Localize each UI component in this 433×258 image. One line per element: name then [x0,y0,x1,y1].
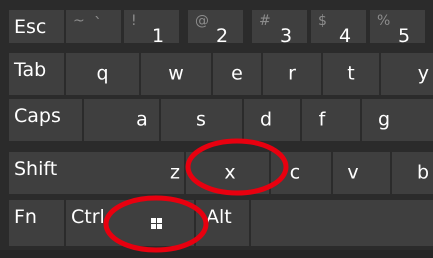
key-symbol: $ [318,13,327,29]
key-e[interactable]: e [213,53,261,95]
key-label: e [231,62,243,85]
key-label: t [347,62,355,85]
key-label-z: z [170,161,180,184]
key-r[interactable]: r [263,53,321,95]
key-1[interactable]: ! 1 [124,10,179,43]
key-w[interactable]: w [141,53,211,95]
key-4[interactable]: $ 4 [311,10,366,43]
key-caps[interactable]: Caps [9,99,82,141]
key-symbol: ~ [73,13,85,29]
key-label: d [259,108,273,131]
key-label: 2 [216,25,229,44]
key-label: r [288,62,296,85]
key-label: c [289,161,301,184]
keyboard-bottom-edge [0,250,433,258]
key-symbol: % [377,13,391,29]
key-fn[interactable]: Fn [9,200,64,246]
key-label: Ctrl [71,206,105,228]
key-s[interactable]: s [161,99,242,141]
key-symbol: @ [195,13,209,29]
key-f[interactable]: f [302,99,360,141]
windows-logo-icon [151,218,162,229]
key-alt[interactable]: Alt [196,200,249,246]
key-label: Esc [14,16,47,38]
key-label: Tab [14,59,47,81]
key-label: f [318,108,326,131]
key-2[interactable]: @ 2 [188,10,243,43]
key-label: w [168,62,184,85]
key-label: v [347,161,359,184]
on-screen-keyboard: Esc ~ ` ! 1 @ 2 # 3 $ 4 % 5 Tab q w e r … [0,0,433,258]
key-label: y [417,62,429,85]
key-x[interactable]: x [186,152,269,194]
key-tab[interactable]: Tab [9,53,64,95]
key-q[interactable]: q [66,53,139,95]
key-g[interactable]: g [362,99,433,141]
key-b[interactable]: b [392,152,433,194]
key-esc[interactable]: Esc [9,10,64,43]
key-a[interactable]: a [84,99,159,141]
key-label: a [136,108,148,131]
key-y[interactable]: y [381,53,433,95]
key-label: b [416,161,429,184]
key-label: g [377,108,391,131]
key-label: 4 [339,25,352,44]
key-label: 3 [280,25,293,44]
key-d[interactable]: d [244,99,300,141]
key-3[interactable]: # 3 [252,10,307,43]
key-shift[interactable]: Shift z [9,152,184,194]
key-label: 5 [398,25,411,44]
key-label: s [196,108,206,131]
key-tilde[interactable]: ~ ` [66,10,121,43]
key-label: x [224,161,236,184]
key-label: ` [94,14,102,33]
key-label: Caps [14,105,61,127]
key-label: Shift [14,158,58,180]
key-v[interactable]: v [333,152,390,194]
key-label: Alt [206,206,232,228]
key-t[interactable]: t [323,53,379,95]
key-c[interactable]: c [271,152,331,194]
key-windows[interactable] [110,200,194,246]
key-symbol: ! [131,13,137,29]
key-label: q [96,62,109,85]
key-5[interactable]: % 5 [370,10,425,43]
key-label: 1 [152,25,165,44]
key-space[interactable] [251,200,433,246]
key-label: Fn [14,206,37,228]
key-symbol: # [259,13,271,29]
